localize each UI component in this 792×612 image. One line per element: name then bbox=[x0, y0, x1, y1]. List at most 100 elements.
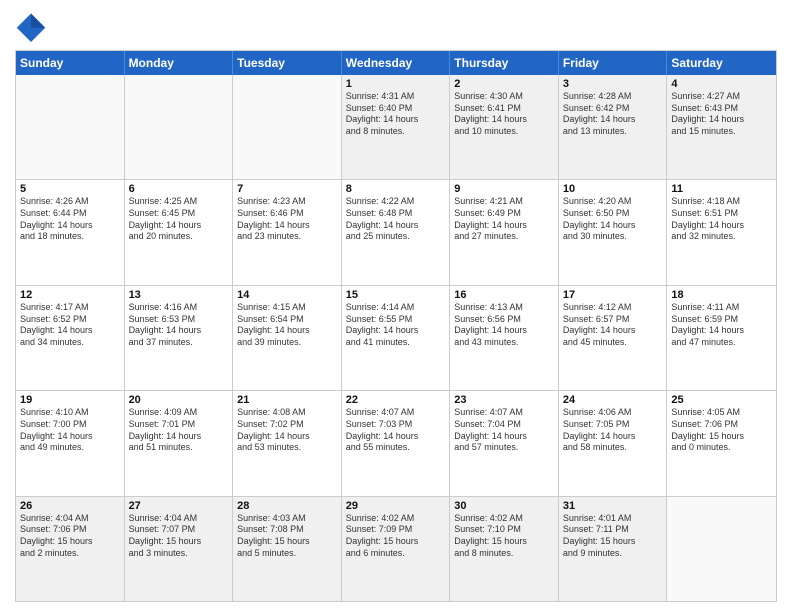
day-cell: 6Sunrise: 4:25 AM Sunset: 6:45 PM Daylig… bbox=[125, 180, 234, 284]
day-info: Sunrise: 4:27 AM Sunset: 6:43 PM Dayligh… bbox=[671, 91, 772, 138]
day-info: Sunrise: 4:30 AM Sunset: 6:41 PM Dayligh… bbox=[454, 91, 554, 138]
day-number: 13 bbox=[129, 289, 229, 301]
day-cell: 14Sunrise: 4:15 AM Sunset: 6:54 PM Dayli… bbox=[233, 286, 342, 390]
day-info: Sunrise: 4:10 AM Sunset: 7:00 PM Dayligh… bbox=[20, 407, 120, 454]
day-number: 30 bbox=[454, 500, 554, 512]
day-cell: 2Sunrise: 4:30 AM Sunset: 6:41 PM Daylig… bbox=[450, 75, 559, 179]
day-info: Sunrise: 4:07 AM Sunset: 7:03 PM Dayligh… bbox=[346, 407, 446, 454]
day-number: 24 bbox=[563, 394, 663, 406]
page: SundayMondayTuesdayWednesdayThursdayFrid… bbox=[0, 0, 792, 612]
day-number: 10 bbox=[563, 183, 663, 195]
day-cell: 31Sunrise: 4:01 AM Sunset: 7:11 PM Dayli… bbox=[559, 497, 668, 601]
day-info: Sunrise: 4:06 AM Sunset: 7:05 PM Dayligh… bbox=[563, 407, 663, 454]
day-info: Sunrise: 4:04 AM Sunset: 7:07 PM Dayligh… bbox=[129, 513, 229, 560]
calendar-body: 1Sunrise: 4:31 AM Sunset: 6:40 PM Daylig… bbox=[16, 75, 776, 601]
day-number: 21 bbox=[237, 394, 337, 406]
day-info: Sunrise: 4:15 AM Sunset: 6:54 PM Dayligh… bbox=[237, 302, 337, 349]
day-number: 19 bbox=[20, 394, 120, 406]
day-cell bbox=[16, 75, 125, 179]
day-info: Sunrise: 4:07 AM Sunset: 7:04 PM Dayligh… bbox=[454, 407, 554, 454]
day-info: Sunrise: 4:13 AM Sunset: 6:56 PM Dayligh… bbox=[454, 302, 554, 349]
week-row-1: 1Sunrise: 4:31 AM Sunset: 6:40 PM Daylig… bbox=[16, 75, 776, 179]
day-info: Sunrise: 4:01 AM Sunset: 7:11 PM Dayligh… bbox=[563, 513, 663, 560]
day-cell: 1Sunrise: 4:31 AM Sunset: 6:40 PM Daylig… bbox=[342, 75, 451, 179]
calendar: SundayMondayTuesdayWednesdayThursdayFrid… bbox=[15, 50, 777, 602]
day-number: 11 bbox=[671, 183, 772, 195]
day-info: Sunrise: 4:12 AM Sunset: 6:57 PM Dayligh… bbox=[563, 302, 663, 349]
day-cell: 11Sunrise: 4:18 AM Sunset: 6:51 PM Dayli… bbox=[667, 180, 776, 284]
day-info: Sunrise: 4:21 AM Sunset: 6:49 PM Dayligh… bbox=[454, 196, 554, 243]
day-number: 28 bbox=[237, 500, 337, 512]
logo bbox=[15, 10, 51, 42]
day-cell: 18Sunrise: 4:11 AM Sunset: 6:59 PM Dayli… bbox=[667, 286, 776, 390]
day-number: 1 bbox=[346, 78, 446, 90]
day-cell: 24Sunrise: 4:06 AM Sunset: 7:05 PM Dayli… bbox=[559, 391, 668, 495]
day-cell: 13Sunrise: 4:16 AM Sunset: 6:53 PM Dayli… bbox=[125, 286, 234, 390]
day-cell: 3Sunrise: 4:28 AM Sunset: 6:42 PM Daylig… bbox=[559, 75, 668, 179]
day-info: Sunrise: 4:23 AM Sunset: 6:46 PM Dayligh… bbox=[237, 196, 337, 243]
day-info: Sunrise: 4:26 AM Sunset: 6:44 PM Dayligh… bbox=[20, 196, 120, 243]
week-row-3: 12Sunrise: 4:17 AM Sunset: 6:52 PM Dayli… bbox=[16, 285, 776, 390]
day-cell: 28Sunrise: 4:03 AM Sunset: 7:08 PM Dayli… bbox=[233, 497, 342, 601]
day-number: 4 bbox=[671, 78, 772, 90]
day-info: Sunrise: 4:31 AM Sunset: 6:40 PM Dayligh… bbox=[346, 91, 446, 138]
day-info: Sunrise: 4:09 AM Sunset: 7:01 PM Dayligh… bbox=[129, 407, 229, 454]
day-number: 7 bbox=[237, 183, 337, 195]
day-number: 5 bbox=[20, 183, 120, 195]
day-info: Sunrise: 4:22 AM Sunset: 6:48 PM Dayligh… bbox=[346, 196, 446, 243]
day-number: 17 bbox=[563, 289, 663, 301]
day-header-friday: Friday bbox=[559, 51, 668, 75]
day-header-wednesday: Wednesday bbox=[342, 51, 451, 75]
day-cell: 23Sunrise: 4:07 AM Sunset: 7:04 PM Dayli… bbox=[450, 391, 559, 495]
day-info: Sunrise: 4:16 AM Sunset: 6:53 PM Dayligh… bbox=[129, 302, 229, 349]
day-number: 15 bbox=[346, 289, 446, 301]
day-number: 26 bbox=[20, 500, 120, 512]
day-info: Sunrise: 4:17 AM Sunset: 6:52 PM Dayligh… bbox=[20, 302, 120, 349]
day-cell: 4Sunrise: 4:27 AM Sunset: 6:43 PM Daylig… bbox=[667, 75, 776, 179]
day-cell: 21Sunrise: 4:08 AM Sunset: 7:02 PM Dayli… bbox=[233, 391, 342, 495]
day-header-tuesday: Tuesday bbox=[233, 51, 342, 75]
header bbox=[15, 10, 777, 42]
day-cell: 15Sunrise: 4:14 AM Sunset: 6:55 PM Dayli… bbox=[342, 286, 451, 390]
day-number: 14 bbox=[237, 289, 337, 301]
day-info: Sunrise: 4:03 AM Sunset: 7:08 PM Dayligh… bbox=[237, 513, 337, 560]
day-number: 29 bbox=[346, 500, 446, 512]
week-row-5: 26Sunrise: 4:04 AM Sunset: 7:06 PM Dayli… bbox=[16, 496, 776, 601]
day-number: 18 bbox=[671, 289, 772, 301]
day-cell bbox=[667, 497, 776, 601]
day-number: 2 bbox=[454, 78, 554, 90]
day-cell: 20Sunrise: 4:09 AM Sunset: 7:01 PM Dayli… bbox=[125, 391, 234, 495]
day-cell: 29Sunrise: 4:02 AM Sunset: 7:09 PM Dayli… bbox=[342, 497, 451, 601]
day-number: 25 bbox=[671, 394, 772, 406]
day-info: Sunrise: 4:18 AM Sunset: 6:51 PM Dayligh… bbox=[671, 196, 772, 243]
day-cell: 22Sunrise: 4:07 AM Sunset: 7:03 PM Dayli… bbox=[342, 391, 451, 495]
day-cell: 27Sunrise: 4:04 AM Sunset: 7:07 PM Dayli… bbox=[125, 497, 234, 601]
day-number: 3 bbox=[563, 78, 663, 90]
day-number: 27 bbox=[129, 500, 229, 512]
day-info: Sunrise: 4:20 AM Sunset: 6:50 PM Dayligh… bbox=[563, 196, 663, 243]
day-info: Sunrise: 4:02 AM Sunset: 7:09 PM Dayligh… bbox=[346, 513, 446, 560]
day-cell bbox=[233, 75, 342, 179]
day-cell: 19Sunrise: 4:10 AM Sunset: 7:00 PM Dayli… bbox=[16, 391, 125, 495]
day-header-saturday: Saturday bbox=[667, 51, 776, 75]
day-number: 6 bbox=[129, 183, 229, 195]
day-header-thursday: Thursday bbox=[450, 51, 559, 75]
logo-icon bbox=[15, 10, 47, 42]
day-cell: 16Sunrise: 4:13 AM Sunset: 6:56 PM Dayli… bbox=[450, 286, 559, 390]
day-cell: 30Sunrise: 4:02 AM Sunset: 7:10 PM Dayli… bbox=[450, 497, 559, 601]
day-number: 31 bbox=[563, 500, 663, 512]
day-number: 12 bbox=[20, 289, 120, 301]
day-cell: 25Sunrise: 4:05 AM Sunset: 7:06 PM Dayli… bbox=[667, 391, 776, 495]
day-info: Sunrise: 4:25 AM Sunset: 6:45 PM Dayligh… bbox=[129, 196, 229, 243]
day-headers: SundayMondayTuesdayWednesdayThursdayFrid… bbox=[16, 51, 776, 75]
day-info: Sunrise: 4:28 AM Sunset: 6:42 PM Dayligh… bbox=[563, 91, 663, 138]
day-cell: 9Sunrise: 4:21 AM Sunset: 6:49 PM Daylig… bbox=[450, 180, 559, 284]
day-info: Sunrise: 4:08 AM Sunset: 7:02 PM Dayligh… bbox=[237, 407, 337, 454]
day-info: Sunrise: 4:14 AM Sunset: 6:55 PM Dayligh… bbox=[346, 302, 446, 349]
day-cell: 10Sunrise: 4:20 AM Sunset: 6:50 PM Dayli… bbox=[559, 180, 668, 284]
day-number: 9 bbox=[454, 183, 554, 195]
day-cell: 7Sunrise: 4:23 AM Sunset: 6:46 PM Daylig… bbox=[233, 180, 342, 284]
day-info: Sunrise: 4:05 AM Sunset: 7:06 PM Dayligh… bbox=[671, 407, 772, 454]
week-row-2: 5Sunrise: 4:26 AM Sunset: 6:44 PM Daylig… bbox=[16, 179, 776, 284]
day-info: Sunrise: 4:02 AM Sunset: 7:10 PM Dayligh… bbox=[454, 513, 554, 560]
